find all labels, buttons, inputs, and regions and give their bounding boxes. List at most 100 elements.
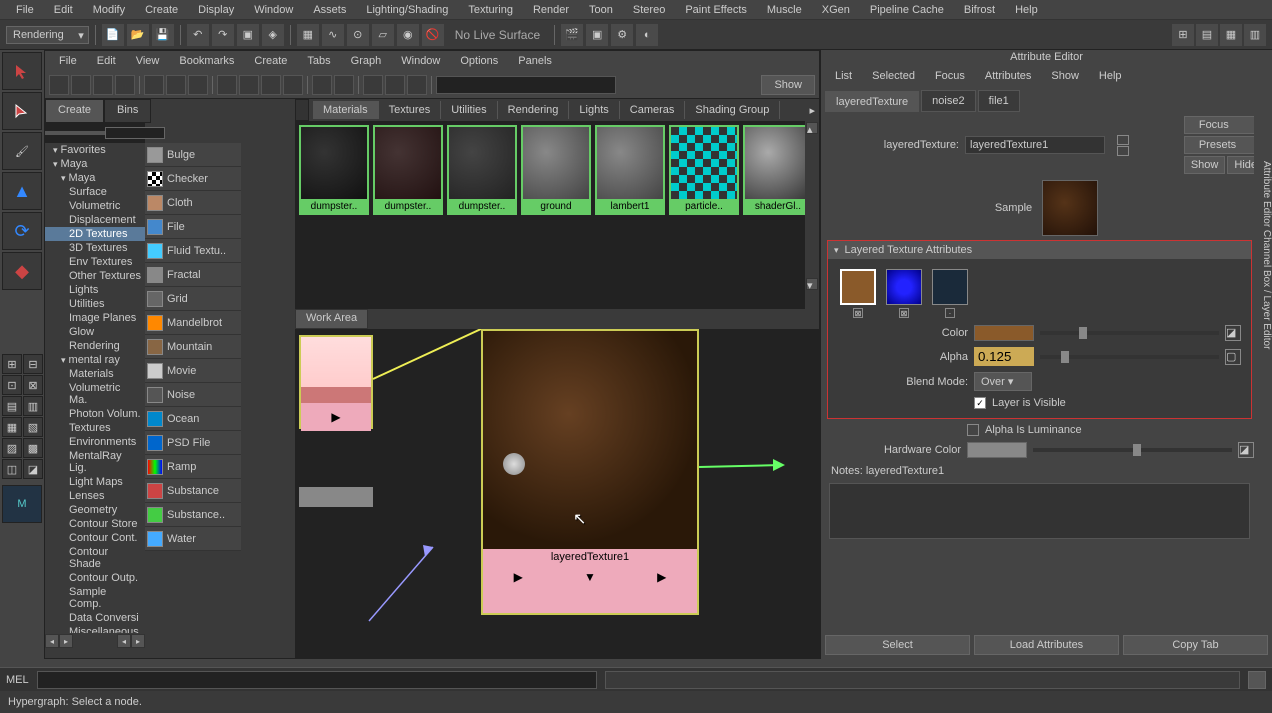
blend-mode-select[interactable]: Over ▾ [974, 372, 1032, 391]
node-name-input[interactable]: layeredTexture1 [965, 136, 1105, 154]
tab-rendering[interactable]: Rendering [498, 101, 570, 119]
tree-item[interactable]: Miscellaneous [45, 625, 145, 633]
layer-swatch[interactable]: ⊠ [884, 269, 924, 318]
tree-item[interactable]: Lenses [45, 489, 145, 503]
layout-6-icon[interactable]: ▥ [23, 396, 43, 416]
scale-tool[interactable]: ◆ [2, 252, 42, 290]
ui-toggle-3-icon[interactable]: ▦ [1220, 24, 1242, 46]
layout-5-icon[interactable]: ▤ [2, 396, 22, 416]
texture-type-item[interactable]: Fractal [145, 263, 241, 287]
hs-tool-7[interactable] [188, 75, 208, 95]
tab-shadinggroup[interactable]: Shading Group [685, 101, 780, 119]
attr-tab-file1[interactable]: file1 [978, 90, 1020, 112]
hs-tool-15[interactable] [385, 75, 405, 95]
tree-item[interactable]: Rendering [45, 339, 145, 353]
collapse-left-icon[interactable] [295, 99, 309, 121]
hs-search-input[interactable] [436, 76, 616, 94]
layout-7-icon[interactable]: ▦ [2, 417, 22, 437]
show-button[interactable]: Show [1184, 156, 1226, 174]
layout-3-icon[interactable]: ⊡ [2, 375, 22, 395]
layout-10-icon[interactable]: ▩ [23, 438, 43, 458]
tree-item[interactable]: Geometry [45, 503, 145, 517]
tree-item[interactable]: Contour Outp. [45, 571, 145, 585]
tree-item[interactable]: Data Conversi [45, 611, 145, 625]
material-swatch[interactable]: dumpster.. [299, 125, 369, 215]
hypershade-icon[interactable]: ◐ [636, 24, 658, 46]
workspace-dropdown[interactable]: Rendering ▾ [6, 26, 89, 44]
tab-materials[interactable]: Materials [313, 101, 379, 119]
attr-menu-attributes[interactable]: Attributes [975, 68, 1041, 84]
tree-item[interactable]: Volumetric [45, 199, 145, 213]
script-editor-icon[interactable] [1248, 671, 1266, 689]
menu-bifrost[interactable]: Bifrost [954, 2, 1005, 18]
layout-8-icon[interactable]: ▧ [23, 417, 43, 437]
tree-item[interactable]: Displacement [45, 213, 145, 227]
texture-type-item[interactable]: Substance.. [145, 503, 241, 527]
tree-item[interactable]: Surface [45, 185, 145, 199]
tree-item[interactable]: MentalRay Lig. [45, 449, 145, 475]
lasso-tool[interactable] [2, 92, 42, 130]
texture-type-item[interactable]: Checker [145, 167, 241, 191]
tab-textures[interactable]: Textures [379, 101, 442, 119]
material-swatch[interactable]: ground [521, 125, 591, 215]
tab-lights[interactable]: Lights [569, 101, 619, 119]
hs-tool-14[interactable] [363, 75, 383, 95]
hs-tool-9[interactable] [239, 75, 259, 95]
work-area-canvas[interactable]: ▶ [295, 329, 819, 658]
tree-item[interactable]: Other Textures [45, 269, 145, 283]
snap-live-icon[interactable]: ◉ [397, 24, 419, 46]
alpha-input[interactable] [974, 347, 1034, 366]
node-output-icon[interactable]: ▶ [657, 570, 666, 584]
select-tool[interactable] [2, 52, 42, 90]
texture-type-item[interactable]: Grid [145, 287, 241, 311]
hs-menu-bookmarks[interactable]: Bookmarks [169, 53, 244, 69]
texture-type-item[interactable]: Substance [145, 479, 241, 503]
hs-tool-13[interactable] [334, 75, 354, 95]
texture-type-item[interactable]: Cloth [145, 191, 241, 215]
tree-item[interactable]: mental ray [45, 353, 145, 367]
nav-down-icon[interactable] [1117, 146, 1129, 156]
tree-item[interactable]: Environments [45, 435, 145, 449]
section-header[interactable]: ▾Layered Texture Attributes [828, 241, 1251, 259]
node-input-icon[interactable]: ▶ [514, 570, 523, 584]
scroll-left2-icon[interactable]: ◂ [117, 634, 131, 648]
select-icon[interactable]: ▣ [237, 24, 259, 46]
select-button[interactable]: Select [825, 635, 970, 655]
node-expand-icon[interactable]: ▼ [584, 570, 596, 584]
tree-item[interactable]: Contour Store [45, 517, 145, 531]
redo-icon[interactable]: ↷ [212, 24, 234, 46]
ui-toggle-1-icon[interactable]: ⊞ [1172, 24, 1194, 46]
alpha-map-button[interactable]: ▢ [1225, 349, 1241, 365]
layout-12-icon[interactable]: ◪ [23, 459, 43, 479]
menu-window[interactable]: Window [244, 2, 303, 18]
hs-tool-1[interactable] [49, 75, 69, 95]
texture-type-item[interactable]: Mandelbrot [145, 311, 241, 335]
copy-tab-button[interactable]: Copy Tab [1123, 635, 1268, 655]
hw-color-slider[interactable] [1033, 448, 1232, 452]
tree-item[interactable]: Maya [45, 157, 145, 171]
tree-item[interactable]: Textures [45, 421, 145, 435]
texture-node-small[interactable]: ▶ [299, 335, 373, 429]
texture-type-item[interactable]: File [145, 215, 241, 239]
alpha-luminance-checkbox[interactable] [967, 424, 979, 436]
mel-input[interactable] [37, 671, 597, 689]
tree-item[interactable]: Image Planes [45, 311, 145, 325]
tree-item[interactable]: Sample Comp. [45, 585, 145, 611]
snap-grid-icon[interactable]: ▦ [297, 24, 319, 46]
scroll-up-icon[interactable]: ▴ [806, 122, 818, 134]
tree-item[interactable]: Env Textures [45, 255, 145, 269]
snap-curve-icon[interactable]: ∿ [322, 24, 344, 46]
tree-item[interactable]: Favorites [45, 143, 145, 157]
render-settings-icon[interactable]: ⚙ [611, 24, 633, 46]
snap-plane-icon[interactable]: ▱ [372, 24, 394, 46]
material-swatch[interactable]: lambert1 [595, 125, 665, 215]
menu-xgen[interactable]: XGen [812, 2, 860, 18]
hs-menu-file[interactable]: File [49, 53, 87, 69]
layout-1-icon[interactable]: ⊞ [2, 354, 22, 374]
material-swatch[interactable]: dumpster.. [373, 125, 443, 215]
attr-tab-noise2[interactable]: noise2 [921, 90, 975, 112]
texture-type-item[interactable]: Ramp [145, 455, 241, 479]
hs-menu-edit[interactable]: Edit [87, 53, 126, 69]
create-slider[interactable] [45, 123, 145, 143]
material-swatch[interactable]: dumpster.. [447, 125, 517, 215]
